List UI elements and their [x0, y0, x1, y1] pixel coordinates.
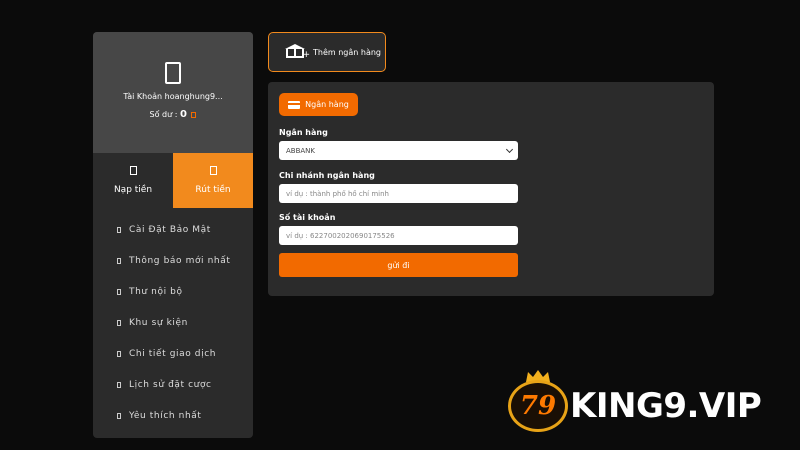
withdraw-icon: [209, 166, 217, 175]
add-bank-label: Thêm ngân hàng: [313, 47, 381, 57]
sidebar-item-bet-history[interactable]: Lịch sử đặt cược: [93, 369, 253, 400]
account-number-input[interactable]: [279, 226, 518, 245]
account-number-label: Số tài khoản: [279, 213, 336, 222]
sidebar-item-label: Thông báo mới nhất: [129, 255, 231, 266]
sidebar-item-label: Cài Đặt Bảo Mật: [129, 224, 211, 235]
tab-withdraw[interactable]: Rút tiền: [173, 153, 253, 208]
menu-bullet-icon: [117, 226, 121, 233]
sidebar-item-inbox[interactable]: Thư nội bộ: [93, 276, 253, 307]
wallet-tabs: Nạp tiền Rút tiền: [93, 153, 253, 208]
profile-card: Tài Khoản hoanghung9... Số dư : 0: [93, 32, 253, 153]
account-name: Tài Khoản hoanghung9...: [123, 92, 223, 101]
menu-bullet-icon: [117, 319, 121, 326]
balance-label: Số dư :: [149, 110, 178, 119]
menu-bullet-icon: [117, 412, 121, 419]
sidebar-menu: Cài Đặt Bảo Mật Thông báo mới nhất Thư n…: [93, 208, 253, 431]
brand-logo: 79 KING9.VIP: [508, 370, 788, 436]
sidebar-item-events[interactable]: Khu sự kiện: [93, 307, 253, 338]
branch-input[interactable]: [279, 184, 518, 203]
menu-bullet-icon: [117, 381, 121, 388]
branch-field-label: Chi nhánh ngân hàng: [279, 171, 375, 180]
submit-button[interactable]: gửi đi: [279, 253, 518, 277]
deposit-icon: [129, 166, 137, 175]
sidebar-item-label: Chi tiết giao dịch: [129, 348, 217, 359]
bank-section-tab[interactable]: Ngân hàng: [279, 93, 358, 116]
tab-withdraw-label: Rút tiền: [195, 185, 231, 195]
phone-icon: [165, 62, 181, 84]
menu-bullet-icon: [117, 288, 121, 295]
sidebar-item-label: Lịch sử đặt cược: [129, 379, 212, 390]
sidebar-item-label: Yêu thích nhất: [129, 410, 202, 421]
add-bank-button[interactable]: + Thêm ngân hàng: [268, 32, 386, 72]
bank-field-label: Ngân hàng: [279, 128, 328, 137]
tab-deposit[interactable]: Nạp tiền: [93, 153, 173, 208]
bank-select[interactable]: ABBANK: [279, 141, 518, 160]
logo-number: 79: [508, 380, 568, 432]
bank-section-label: Ngân hàng: [305, 100, 349, 109]
tab-deposit-label: Nạp tiền: [113, 185, 153, 195]
account-sidebar: Tài Khoản hoanghung9... Số dư : 0 Nạp ti…: [93, 32, 253, 438]
bank-form-panel: Ngân hàng Ngân hàng ABBANK Chi nhánh ngâ…: [268, 82, 714, 296]
coin-icon: [191, 111, 197, 118]
sidebar-item-security[interactable]: Cài Đặt Bảo Mật: [93, 214, 253, 245]
balance-value: 0: [179, 109, 187, 120]
sidebar-item-transactions[interactable]: Chi tiết giao dịch: [93, 338, 253, 369]
sidebar-item-notifications[interactable]: Thông báo mới nhất: [93, 245, 253, 276]
logo-text: KING9.VIP: [570, 386, 762, 426]
sidebar-item-favorites[interactable]: Yêu thích nhất: [93, 400, 253, 431]
chevron-down-icon: [505, 145, 514, 153]
bank-add-icon: +: [285, 44, 310, 60]
sidebar-item-label: Thư nội bộ: [129, 286, 183, 297]
sidebar-item-label: Khu sự kiện: [129, 317, 188, 328]
bank-select-value: ABBANK: [286, 146, 316, 155]
balance-row: Số dư : 0: [93, 109, 253, 120]
menu-bullet-icon: [117, 350, 121, 357]
menu-bullet-icon: [117, 257, 121, 264]
bank-card-icon: [288, 100, 301, 109]
